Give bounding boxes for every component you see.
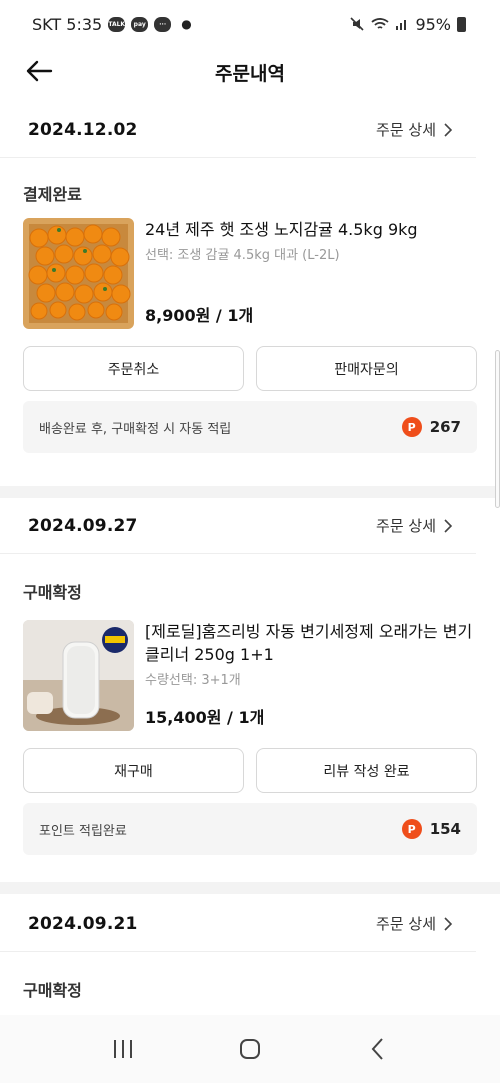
order-card: 2024.09.21 주문 상세 구매확정 xyxy=(0,896,500,1010)
product-name: [제로딜]홈즈리빙 자동 변기세정제 오래가는 변기클리너 250g 1+1 xyxy=(145,622,473,664)
order-status: 결제완료 xyxy=(23,185,82,204)
system-back-button[interactable] xyxy=(355,1027,399,1071)
product-item[interactable]: 24년 제주 햇 조생 노지감귤 4.5kg 9kg 선택: 조생 감귤 4.5… xyxy=(0,218,500,330)
product-price: 15,400원 / 1개 xyxy=(145,708,265,727)
cancel-order-button[interactable]: 주문취소 xyxy=(23,346,244,391)
order-header: 2024.12.02 주문 상세 xyxy=(0,102,476,158)
talk-icon: TALK xyxy=(108,16,126,32)
chevron-right-icon xyxy=(444,916,452,931)
pay-icon: pay xyxy=(131,16,149,32)
page-title: 주문내역 xyxy=(215,62,285,85)
product-image-toilet-cleaner xyxy=(23,620,134,731)
points-info: 배송완료 후, 구매확정 시 자동 적립 P 267 xyxy=(23,401,477,453)
battery-percent: 95% xyxy=(415,14,451,34)
points-amount: P 267 xyxy=(401,417,461,437)
section-divider xyxy=(0,486,500,498)
status-bar: SKT 5:35 TALK pay ··· ● 95% xyxy=(0,0,500,48)
status-time: SKT 5:35 xyxy=(32,14,103,34)
chevron-left-icon xyxy=(371,1038,383,1060)
order-status: 구매확정 xyxy=(23,981,82,1000)
system-nav-bar xyxy=(0,1015,500,1083)
order-detail-label: 주문 상세 xyxy=(376,121,436,139)
home-button[interactable] xyxy=(228,1027,272,1071)
review-done-button[interactable]: 리뷰 작성 완료 xyxy=(256,748,477,793)
order-date: 2024.09.27 xyxy=(28,515,138,536)
battery-icon xyxy=(457,16,466,32)
points-info: 포인트 적립완료 P 154 xyxy=(23,803,477,855)
section-divider xyxy=(0,882,500,894)
points-amount: P 154 xyxy=(401,819,461,839)
product-option: 수량선택: 3+1개 xyxy=(145,673,241,688)
reorder-button[interactable]: 재구매 xyxy=(23,748,244,793)
order-detail-label: 주문 상세 xyxy=(376,517,436,535)
mute-icon xyxy=(350,17,365,31)
order-detail-link[interactable]: 주문 상세 xyxy=(376,913,452,934)
point-badge-icon: P xyxy=(401,819,422,839)
order-header: 2024.09.21 주문 상세 xyxy=(0,896,476,952)
point-badge-icon: P xyxy=(401,417,422,437)
order-card: 2024.12.02 주문 상세 결제완료 24년 제주 햇 조생 노지감귤 4… xyxy=(0,102,500,453)
order-card: 2024.09.27 주문 상세 구매확정 [제로딜]홈즈리빙 자동 변기세정제… xyxy=(0,498,500,855)
recent-apps-icon xyxy=(114,1040,133,1058)
scrollbar-thumb[interactable] xyxy=(495,350,500,508)
product-option: 선택: 조생 감귤 4.5kg 대과 (L-2L) xyxy=(145,248,340,263)
recent-apps-button[interactable] xyxy=(101,1027,145,1071)
order-detail-link[interactable]: 주문 상세 xyxy=(376,515,452,536)
product-info: 24년 제주 햇 조생 노지감귤 4.5kg 9kg 선택: 조생 감귤 4.5… xyxy=(145,218,418,330)
order-detail-label: 주문 상세 xyxy=(376,915,436,933)
order-detail-link[interactable]: 주문 상세 xyxy=(376,119,452,140)
product-name: 24년 제주 햇 조생 노지감귤 4.5kg 9kg xyxy=(145,220,418,239)
chevron-right-icon xyxy=(444,518,452,533)
product-info: [제로딜]홈즈리빙 자동 변기세정제 오래가는 변기클리너 250g 1+1 수… xyxy=(145,620,477,732)
app-header: 주문내역 xyxy=(0,48,500,104)
home-icon xyxy=(239,1039,260,1059)
chevron-right-icon xyxy=(444,122,452,137)
arrow-left-icon xyxy=(26,60,53,82)
order-actions: 주문취소 판매자문의 xyxy=(0,346,500,391)
order-header: 2024.09.27 주문 상세 xyxy=(0,498,476,554)
wifi-icon xyxy=(371,18,390,29)
chat-icon: ··· xyxy=(154,16,172,32)
signal-icon xyxy=(396,20,407,30)
product-item[interactable]: [제로딜]홈즈리빙 자동 변기세정제 오래가는 변기클리너 250g 1+1 수… xyxy=(0,620,500,732)
points-value: 267 xyxy=(429,418,461,436)
points-value: 154 xyxy=(429,820,461,838)
notification-dot-icon: ● xyxy=(181,17,192,31)
product-image-tangerines xyxy=(23,218,134,329)
order-date: 2024.12.02 xyxy=(28,119,138,140)
points-text: 배송완료 후, 구매확정 시 자동 적립 xyxy=(39,421,232,437)
contact-seller-button[interactable]: 판매자문의 xyxy=(256,346,477,391)
order-actions: 재구매 리뷰 작성 완료 xyxy=(0,748,500,793)
status-right: 95% xyxy=(349,15,466,34)
back-button[interactable] xyxy=(22,54,56,88)
points-text: 포인트 적립완료 xyxy=(39,823,127,839)
product-price: 8,900원 / 1개 xyxy=(145,306,254,325)
order-status: 구매확정 xyxy=(23,583,82,602)
status-left: SKT 5:35 TALK pay ··· ● xyxy=(32,15,192,34)
order-date: 2024.09.21 xyxy=(28,913,138,934)
